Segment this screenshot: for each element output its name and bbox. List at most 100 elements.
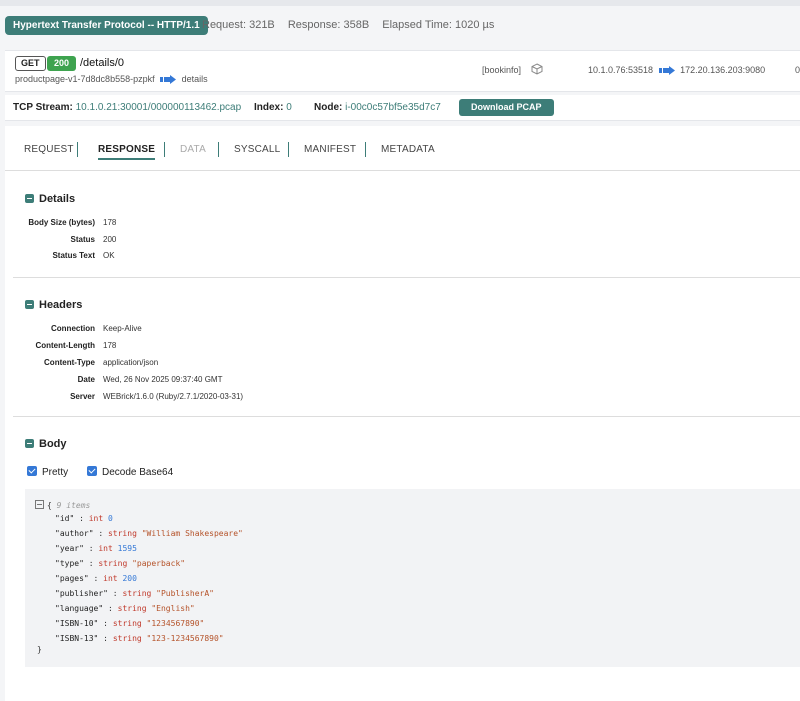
tab-request[interactable]: REQUEST	[24, 144, 74, 155]
tab-separator	[164, 142, 165, 157]
body-section-header[interactable]: Body	[25, 438, 67, 450]
json-key: "year"	[55, 544, 84, 553]
node-value[interactable]: i-00c0c57bf5e35d7c7	[345, 102, 441, 113]
request-summary-row[interactable]: GET 200 /details/0 productpage-v1-7d8dc8…	[5, 50, 800, 92]
collapse-icon	[25, 194, 34, 203]
kv-value: 178	[103, 341, 117, 350]
json-key: "type"	[55, 559, 84, 568]
pretty-checkbox[interactable]: Pretty	[27, 466, 68, 478]
source-dest-line: productpage-v1-7d8dc8b558-pzpkf details	[15, 74, 208, 85]
json-colon: :	[83, 544, 99, 553]
status-code-badge: 200	[47, 56, 77, 71]
kv-key: Content-Length	[35, 341, 95, 350]
collapse-icon	[25, 300, 34, 309]
source-address: 10.1.0.76:53518	[588, 65, 654, 75]
protocol-badge: Hypertext Transfer Protocol -- HTTP/1.1	[5, 16, 208, 35]
json-colon: :	[98, 619, 113, 628]
json-colon: :	[107, 589, 123, 598]
json-entry: "type" : string "paperback"	[55, 559, 185, 568]
pretty-label: Pretty	[42, 467, 69, 478]
section-divider	[13, 277, 800, 278]
json-type: int	[88, 514, 104, 523]
collapse-toggle-icon[interactable]	[35, 500, 44, 509]
kv-key: Status Text	[52, 251, 95, 260]
tcp-stream-value[interactable]: 10.1.0.21:30001/000000113462.pcap	[76, 102, 242, 113]
truncated-value: 0	[795, 65, 800, 75]
tab-response[interactable]: RESPONSE	[98, 144, 156, 160]
json-entry: "author" : string "William Shakespeare"	[55, 529, 243, 538]
json-key: "ISBN-10"	[55, 619, 99, 628]
json-type: string	[122, 589, 152, 598]
json-entry: "id" : int 0	[55, 514, 113, 523]
kv-key: Body Size (bytes)	[28, 218, 95, 227]
json-value: "123-1234567890"	[146, 634, 224, 643]
tab-separator	[77, 142, 78, 157]
request-size: Request: 321B	[202, 19, 275, 31]
section-divider	[13, 416, 800, 417]
json-colon: :	[74, 514, 89, 523]
index-label: Index:	[254, 102, 284, 113]
json-items-count: 9 items	[56, 501, 91, 510]
detail-panel: REQUEST RESPONSE DATA SYSCALL MANIFEST M…	[5, 126, 800, 701]
top-bar	[0, 0, 800, 6]
kv-key: Server	[70, 392, 95, 401]
headers-section-header[interactable]: Headers	[25, 299, 82, 311]
tab-separator	[288, 142, 289, 157]
json-value: "1234567890"	[146, 619, 205, 628]
tcp-stream-row: TCP Stream: 10.1.0.21:30001/000000113462…	[5, 95, 800, 121]
json-entry: "ISBN-13" : string "123-1234567890"	[55, 634, 224, 643]
json-entry: "publisher" : string "PublisherA"	[55, 589, 214, 598]
json-colon: :	[88, 574, 104, 583]
json-entry: "pages" : int 200	[55, 574, 137, 583]
index-info: Index: 0	[254, 102, 292, 113]
json-colon: :	[103, 604, 118, 613]
download-pcap-button[interactable]: Download PCAP	[459, 99, 554, 116]
json-type: string	[112, 619, 142, 628]
json-type: string	[107, 529, 137, 538]
source-pod: productpage-v1-7d8dc8b558-pzpkf	[15, 74, 155, 84]
kv-key: Content-Type	[44, 358, 95, 367]
kv-key: Date	[77, 375, 95, 384]
json-type: int	[103, 574, 118, 583]
dest-address: 172.20.136.203:9080	[680, 65, 766, 75]
tab-separator	[365, 142, 366, 157]
response-size: Response: 358B	[287, 19, 370, 31]
tab-manifest[interactable]: MANIFEST	[304, 144, 356, 155]
json-type: string	[98, 559, 128, 568]
json-entry: "year" : int 1595	[55, 544, 137, 553]
tab-metadata[interactable]: METADATA	[381, 144, 435, 155]
traffic-stats: Request: 321B Response: 358B Elapsed Tim…	[202, 19, 504, 31]
tcp-stream-info: TCP Stream: 10.1.0.21:30001/000000113462…	[13, 102, 241, 113]
body-title: Body	[39, 438, 67, 450]
json-key: "pages"	[55, 574, 89, 583]
json-type: string	[112, 634, 142, 643]
details-title: Details	[39, 193, 76, 205]
json-key: "id"	[55, 514, 75, 523]
json-colon: :	[93, 529, 108, 538]
request-path: /details/0	[80, 57, 125, 69]
arrow-right-icon	[658, 66, 675, 76]
kv-value: OK	[103, 251, 115, 260]
kv-value: 178	[103, 218, 117, 227]
namespace-label: [bookinfo]	[482, 65, 522, 75]
tab-bar: REQUEST RESPONSE DATA SYSCALL MANIFEST M…	[5, 126, 800, 171]
json-type: string	[117, 604, 147, 613]
json-root-open[interactable]: { 9 items	[35, 500, 90, 510]
tab-syscall[interactable]: SYSCALL	[234, 144, 280, 155]
kv-key: Connection	[51, 324, 95, 333]
connection-addresses: 10.1.0.76:53518 172.20.136.203:9080	[588, 65, 766, 76]
json-viewer: { 9 items "id" : int 0 "author" : string …	[25, 489, 800, 667]
checkbox-checked-icon	[27, 466, 37, 476]
json-value: 0	[108, 514, 113, 523]
decode-base64-checkbox[interactable]: Decode Base64	[87, 466, 173, 478]
kv-value: application/json	[103, 358, 159, 367]
json-key: "author"	[55, 529, 94, 538]
json-entry: "ISBN-10" : string "1234567890"	[55, 619, 204, 628]
json-key: "publisher"	[55, 589, 108, 598]
details-section-header[interactable]: Details	[25, 193, 75, 205]
kv-value: Wed, 26 Nov 2025 09:37:40 GMT	[103, 375, 223, 384]
json-value: "William Shakespeare"	[141, 529, 243, 538]
checkbox-checked-icon	[87, 466, 97, 476]
json-colon: :	[98, 634, 113, 643]
json-entry: "language" : string "English"	[55, 604, 195, 613]
